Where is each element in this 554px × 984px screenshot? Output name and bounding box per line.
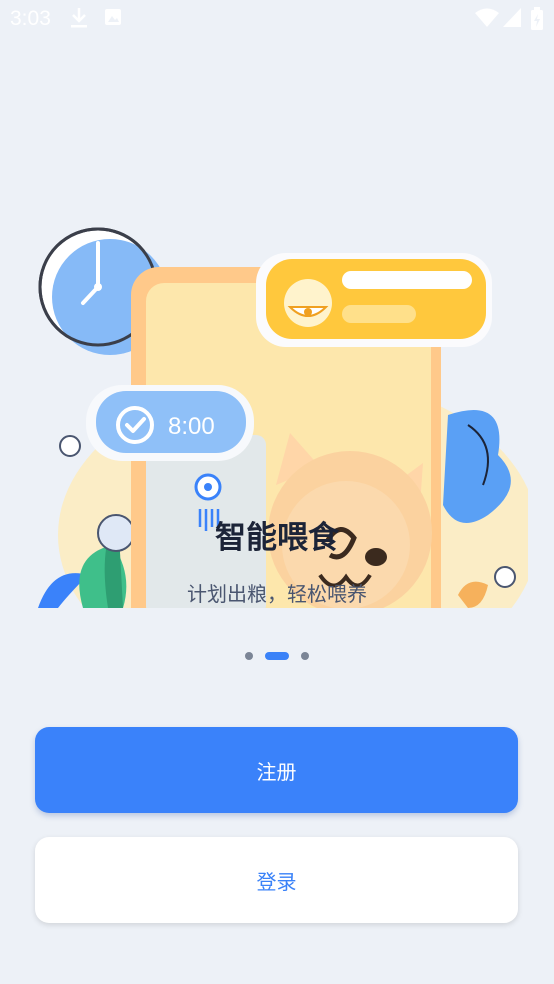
image-icon — [105, 9, 121, 25]
slide-subtitle: 计划出粮，轻松喂养 — [187, 582, 367, 606]
wifi-icon — [475, 8, 499, 27]
feeder-card — [256, 253, 492, 347]
pager-dot-active[interactable] — [265, 652, 289, 660]
pager-dot[interactable] — [301, 652, 309, 660]
slide-title: 智能喂食 — [215, 520, 339, 556]
login-button[interactable]: 登录 — [35, 837, 518, 923]
pager-dot[interactable] — [245, 652, 253, 660]
download-icon — [71, 8, 87, 28]
signal-icon — [503, 8, 521, 27]
register-button[interactable]: 注册 — [35, 727, 518, 813]
schedule-time-badge: 8:00 — [86, 385, 254, 461]
schedule-time-text: 8:00 — [168, 413, 215, 440]
status-time: 3:03 — [10, 7, 51, 30]
battery-icon — [531, 7, 543, 30]
pager-dots — [0, 650, 554, 662]
status-bar: 3:03 — [0, 0, 554, 38]
